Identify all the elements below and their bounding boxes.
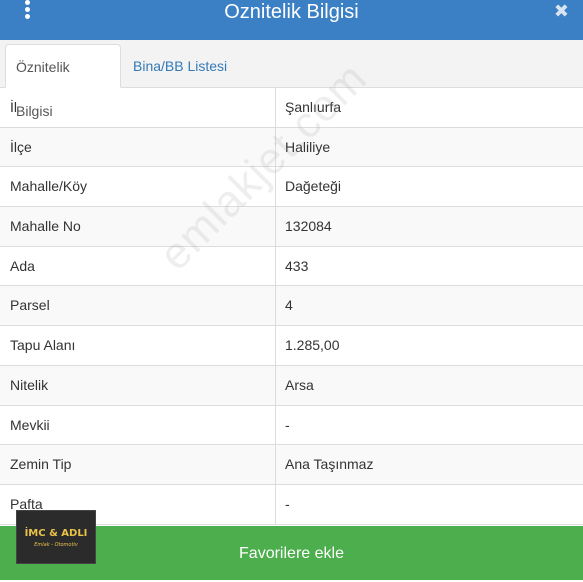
modal-header: Oznitelik Bilgisi ✖	[0, 0, 583, 40]
tab-oznitelik-bilgisi[interactable]: Öznitelik Bilgisi	[5, 44, 121, 119]
attribute-value: -	[285, 495, 290, 512]
attribute-value: Ana Taşınmaz	[285, 456, 374, 473]
attribute-key: Mahalle No	[10, 218, 81, 235]
attribute-key: Tapu Alanı	[10, 337, 76, 354]
tab-bina-bb-listesi[interactable]: Bina/BB Listesi	[123, 44, 237, 88]
close-icon[interactable]: ✖	[554, 0, 569, 22]
agency-logo: İMC & ADLI Emlak - Otomotiv	[16, 510, 96, 564]
attribute-value: 132084	[285, 218, 332, 235]
attribute-value: Şanlıurfa	[285, 99, 342, 115]
modal-title: Oznitelik Bilgisi	[224, 1, 359, 23]
table-row: Mevkii -	[0, 405, 583, 446]
attribute-key: Parsel	[10, 297, 50, 314]
logo-title: İMC & ADLI	[24, 528, 88, 539]
table-row: İl Şanlıurfa	[0, 88, 583, 128]
table-row: Mahalle/Köy Dağeteği	[0, 167, 583, 208]
attribute-value: Arsa	[285, 376, 314, 393]
attribute-key: Ada	[10, 257, 35, 274]
attribute-value: Dağeteği	[285, 178, 342, 195]
attribute-key: İl	[10, 99, 17, 115]
attribute-key: İlçe	[10, 138, 32, 155]
table-row: Ada 433	[0, 246, 583, 287]
tab-bar: Öznitelik Bilgisi Bina/BB Listesi	[0, 40, 583, 119]
logo-subtitle: Emlak - Otomotiv	[34, 542, 78, 548]
table-row: Mahalle No 132084	[0, 207, 583, 247]
table-row: Parsel 4	[0, 286, 583, 327]
table-row: Nitelik Arsa	[0, 365, 583, 406]
attribute-value: Haliliye	[285, 138, 331, 155]
table-row: Tapu Alanı 1.285,00	[0, 326, 583, 366]
attribute-key: Nitelik	[10, 376, 49, 393]
table-row: İlçe Haliliye	[0, 127, 583, 168]
table-row: Zemin Tip Ana Taşınmaz	[0, 445, 583, 485]
attribute-value: 433	[285, 257, 309, 274]
attribute-key: Mahalle/Köy	[10, 178, 88, 195]
attribute-table: İl Şanlıurfa İlçe Haliliye Mahalle/Köy Dağe…	[0, 88, 583, 525]
attribute-value: 4	[285, 297, 293, 314]
attribute-key: Mevkii	[10, 416, 50, 433]
attribute-value: -	[285, 416, 290, 433]
attribute-key: Zemin Tip	[10, 456, 72, 473]
attribute-value: 1.285,00	[285, 337, 340, 354]
